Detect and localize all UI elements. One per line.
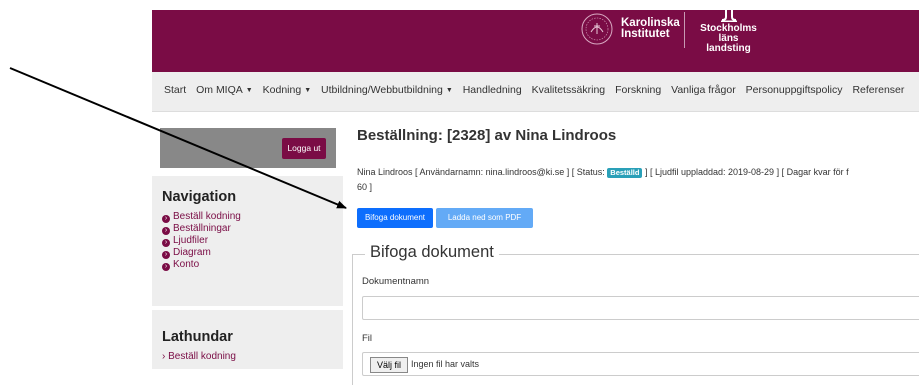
annotation-arrow-icon (9, 67, 347, 209)
